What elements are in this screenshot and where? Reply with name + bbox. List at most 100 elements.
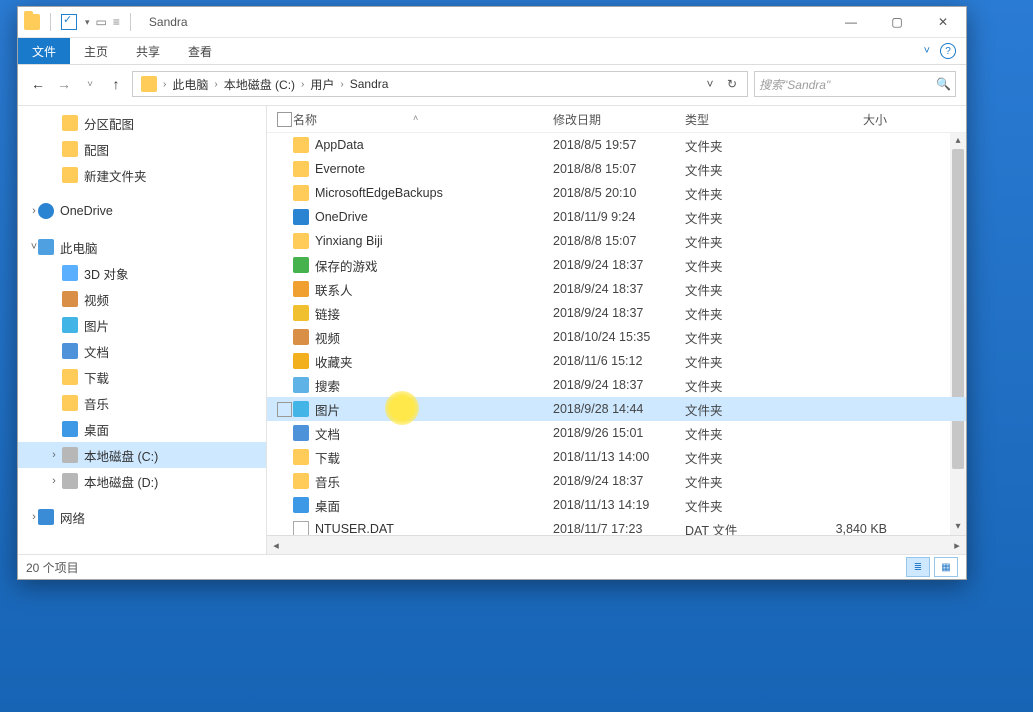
tree-network[interactable]: › 网络 [18,504,266,530]
file-row[interactable]: 视频2018/10/24 15:35文件夹 [267,325,966,349]
expand-icon[interactable]: › [28,511,40,523]
scrollbar-track[interactable] [285,539,948,551]
file-row[interactable]: 保存的游戏2018/9/24 18:37文件夹 [267,253,966,277]
scroll-right-icon[interactable]: ▸ [948,539,966,552]
tree-item[interactable]: 分区配图 [18,110,266,136]
view-details-button[interactable]: ≣ [906,557,930,577]
folder-icon [62,167,78,183]
file-row[interactable]: 下载2018/11/13 14:00文件夹 [267,445,966,469]
tree-item[interactable]: 音乐 [18,390,266,416]
file-row[interactable]: 链接2018/9/24 18:37文件夹 [267,301,966,325]
minimize-button[interactable]: — [828,7,874,37]
file-row[interactable]: Yinxiang Biji2018/8/8 15:07文件夹 [267,229,966,253]
breadcrumb[interactable]: Sandra [346,77,393,91]
recent-locations-button[interactable]: ˅ [80,74,100,94]
tree-item[interactable]: ›本地磁盘 (C:) [18,442,266,468]
folder-icon [141,76,157,92]
address-bar[interactable]: › 此电脑 › 本地磁盘 (C:) › 用户 › Sandra ˅ ↻ [132,71,748,97]
chevron-right-icon[interactable]: › [212,79,219,90]
column-date-header[interactable]: 修改日期 [553,111,685,128]
folder-icon [62,141,78,157]
tab-file[interactable]: 文件 [18,38,70,64]
expand-icon[interactable]: › [28,205,40,217]
chevron-down-icon[interactable]: ▾ [85,17,90,28]
file-size: 3,840 KB [807,522,897,535]
tree-item[interactable]: 新建文件夹 [18,162,266,188]
file-row[interactable]: 收藏夹2018/11/6 15:12文件夹 [267,349,966,373]
tree-onedrive[interactable]: › OneDrive [18,198,266,224]
file-type: 文件夹 [685,472,807,491]
qat-new-icon[interactable]: ▭ [96,15,107,29]
file-row[interactable]: AppData2018/8/5 19:57文件夹 [267,133,966,157]
ribbon-expand-icon[interactable]: ˅ [924,45,930,57]
column-size-header[interactable]: 大小 [807,111,897,128]
search-icon[interactable]: 🔍 [936,77,951,91]
address-dropdown-button[interactable]: ˅ [699,77,721,91]
chevron-right-icon[interactable]: › [338,79,345,90]
expand-icon[interactable]: › [48,449,60,461]
column-type-header[interactable]: 类型 [685,111,807,128]
file-type: 文件夹 [685,184,807,203]
horizontal-scrollbar[interactable]: ◂ ▸ [267,535,966,554]
file-row[interactable]: 搜索2018/9/24 18:37文件夹 [267,373,966,397]
chevron-right-icon[interactable]: › [161,79,168,90]
file-date: 2018/8/8 15:07 [553,162,685,176]
tree-item[interactable]: 文档 [18,338,266,364]
expand-icon[interactable]: › [48,475,60,487]
back-button[interactable]: ← [28,74,48,94]
up-button[interactable]: ↑ [106,74,126,94]
file-icon [293,521,309,535]
tree-item[interactable]: 视频 [18,286,266,312]
tree-item[interactable]: 3D 对象 [18,260,266,286]
refresh-button[interactable]: ↻ [721,77,743,91]
file-name: 保存的游戏 [315,256,378,275]
tree-label: 视频 [84,290,109,309]
help-icon[interactable]: ? [940,43,956,59]
collapse-icon[interactable]: ˅ [28,241,40,253]
file-row[interactable]: MicrosoftEdgeBackups2018/8/5 20:10文件夹 [267,181,966,205]
forward-button[interactable]: → [54,74,74,94]
file-row[interactable]: NTUSER.DAT2018/11/7 17:23DAT 文件3,840 KB [267,517,966,535]
file-list[interactable]: ▴ ▾ AppData2018/8/5 19:57文件夹Evernote2018… [267,133,966,535]
quick-access-toolbar: ▾ ▭ ≡ [24,13,141,31]
view-large-icons-button[interactable]: ▦ [934,557,958,577]
row-checkbox[interactable] [277,402,292,417]
column-name-header[interactable]: 名称 ˄ [293,111,553,128]
close-button[interactable]: ✕ [920,7,966,37]
file-date: 2018/9/24 18:37 [553,306,685,320]
file-row[interactable]: 图片2018/9/28 14:44文件夹 [267,397,966,421]
file-row[interactable]: 文档2018/9/26 15:01文件夹 [267,421,966,445]
file-type: 文件夹 [685,304,807,323]
tree-thispc[interactable]: ˅ 此电脑 [18,234,266,260]
navigation-pane[interactable]: 分区配图配图新建文件夹 › OneDrive ˅ 此电脑 3D 对象视频图片文档… [18,106,267,554]
tree-item[interactable]: 图片 [18,312,266,338]
tree-item[interactable]: 桌面 [18,416,266,442]
breadcrumb[interactable]: 用户 [306,76,338,93]
star-icon [293,353,309,369]
file-row[interactable]: 桌面2018/11/13 14:19文件夹 [267,493,966,517]
tree-item[interactable]: 配图 [18,136,266,162]
breadcrumb[interactable]: 此电脑 [168,76,212,93]
tree-label: 下载 [84,368,109,387]
search-input[interactable]: 搜索"Sandra" 🔍 [754,71,956,97]
breadcrumb[interactable]: 本地磁盘 (C:) [220,76,299,93]
file-row[interactable]: 联系人2018/9/24 18:37文件夹 [267,277,966,301]
file-row[interactable]: 音乐2018/9/24 18:37文件夹 [267,469,966,493]
tab-view[interactable]: 查看 [174,38,226,64]
select-all-checkbox[interactable] [277,112,292,127]
scroll-left-icon[interactable]: ◂ [267,539,285,552]
chevron-right-icon[interactable]: › [299,79,306,90]
maximize-button[interactable]: ▢ [874,7,920,37]
tree-item[interactable]: 下载 [18,364,266,390]
file-row[interactable]: Evernote2018/8/8 15:07文件夹 [267,157,966,181]
tab-share[interactable]: 共享 [122,38,174,64]
file-date: 2018/11/9 9:24 [553,210,685,224]
tree-item[interactable]: ›本地磁盘 (D:) [18,468,266,494]
file-name: 图片 [315,400,340,419]
file-date: 2018/8/5 20:10 [553,186,685,200]
qat-properties-check[interactable] [61,14,77,30]
file-row[interactable]: OneDrive2018/11/9 9:24文件夹 [267,205,966,229]
tree-label: 3D 对象 [84,264,128,283]
tab-home[interactable]: 主页 [70,38,122,64]
qat-equals-icon[interactable]: ≡ [113,15,120,29]
